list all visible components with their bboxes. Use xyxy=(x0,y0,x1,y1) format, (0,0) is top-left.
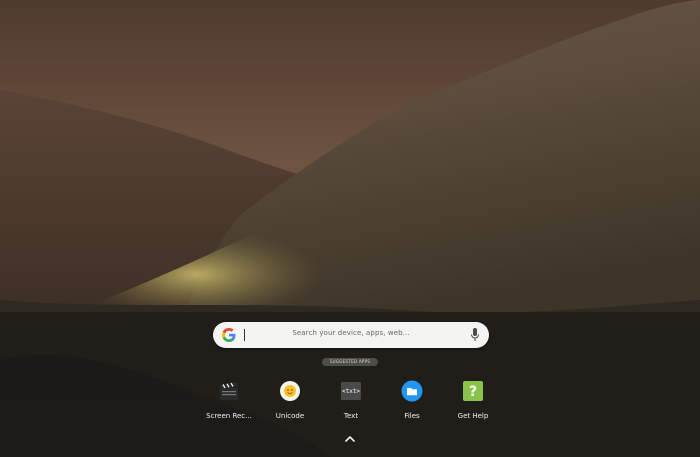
app-label: Get Help xyxy=(457,412,489,420)
search-placeholder[interactable]: Search your device, apps, web... xyxy=(253,329,449,337)
app-label: Files xyxy=(404,412,420,420)
folder-icon xyxy=(401,380,423,402)
svg-text:?: ? xyxy=(469,384,477,400)
text-cursor xyxy=(244,329,245,341)
unicode-smiley-icon xyxy=(280,381,300,401)
launcher-search-box[interactable]: Search your device, apps, web... xyxy=(213,322,489,348)
app-label: Screen Rec... xyxy=(206,412,252,420)
chevron-up-icon[interactable] xyxy=(344,434,356,444)
app-unicode[interactable]: Unicode xyxy=(260,380,320,420)
app-label: Unicode xyxy=(275,412,305,420)
google-g-icon xyxy=(222,328,236,342)
app-label: Text xyxy=(343,412,359,420)
app-text[interactable]: <txt> Text xyxy=(321,380,381,420)
txt-file-icon: <txt> xyxy=(341,382,361,400)
app-screen-recorder[interactable]: Screen Rec... xyxy=(199,380,259,420)
microphone-icon[interactable] xyxy=(470,327,480,343)
app-get-help[interactable]: ? Get Help xyxy=(443,380,503,420)
app-files[interactable]: Files xyxy=(382,380,442,420)
question-mark-icon: ? xyxy=(463,381,483,401)
suggested-apps-label: SUGGESTED APPS xyxy=(322,358,378,366)
clapperboard-icon xyxy=(220,382,238,400)
svg-text:<txt>: <txt> xyxy=(342,388,360,395)
